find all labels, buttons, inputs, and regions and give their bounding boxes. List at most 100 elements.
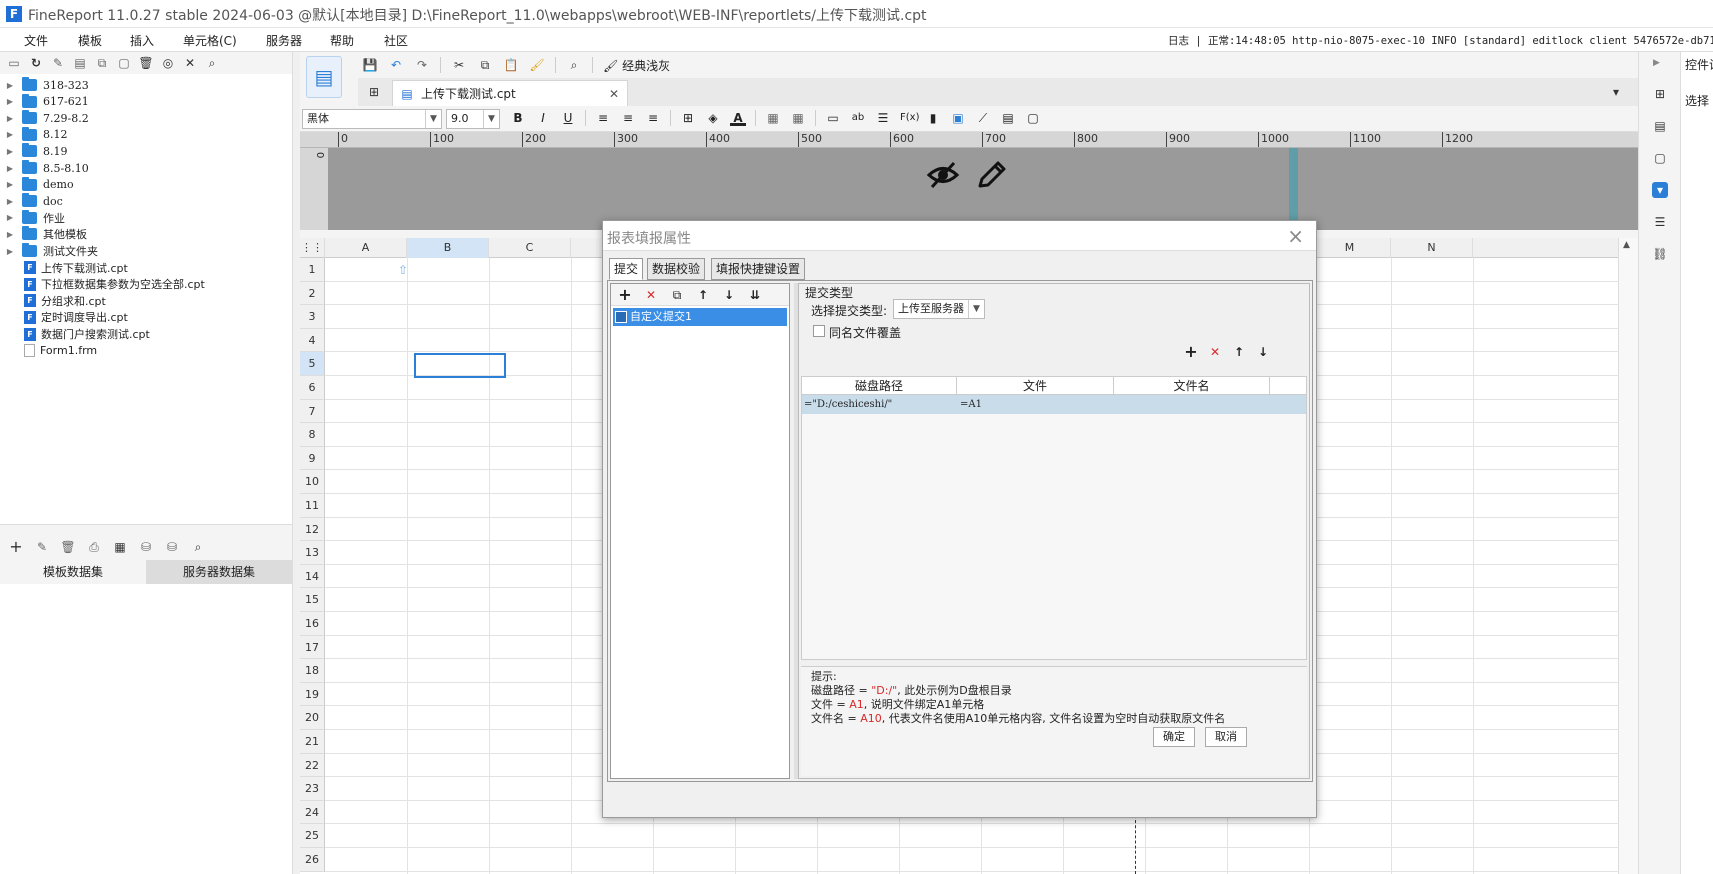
expand-arrow-icon[interactable]: ▶ bbox=[4, 180, 16, 189]
cell-element-icon[interactable]: ▢ bbox=[1652, 150, 1668, 166]
row-header[interactable]: 2 bbox=[300, 281, 325, 306]
expand-arrow-icon[interactable]: ▶ bbox=[4, 247, 16, 256]
scroll-up-icon[interactable]: ▲ bbox=[1623, 240, 1630, 250]
column-header[interactable]: N bbox=[1391, 238, 1473, 258]
template-designer-icon[interactable]: ▤ bbox=[306, 56, 342, 98]
edit-icon[interactable]: ✎ bbox=[50, 55, 66, 71]
edit-pencil-icon[interactable] bbox=[974, 160, 1008, 190]
refresh-icon[interactable]: ↻ bbox=[28, 55, 44, 71]
expand-arrow-icon[interactable]: ▶ bbox=[4, 130, 16, 139]
overwrite-checkbox[interactable] bbox=[813, 325, 825, 337]
row-header[interactable]: 16 bbox=[300, 612, 325, 636]
row-header[interactable]: 10 bbox=[300, 470, 325, 494]
add-row-icon[interactable]: + bbox=[1183, 344, 1199, 360]
tab-shortcut-settings[interactable]: 填报快捷键设置 bbox=[711, 258, 806, 280]
row-header[interactable]: 20 bbox=[300, 706, 325, 730]
collapse-icon[interactable]: ✕ bbox=[182, 55, 198, 71]
row-header[interactable]: 14 bbox=[300, 564, 325, 589]
row-header[interactable]: 15 bbox=[300, 588, 325, 612]
tree-item[interactable]: Form1.frm bbox=[0, 342, 97, 360]
cancel-button[interactable]: 取消 bbox=[1205, 727, 1247, 747]
row-header[interactable]: 11 bbox=[300, 494, 325, 518]
rename-icon[interactable]: ▢ bbox=[116, 55, 132, 71]
font-color-icon[interactable]: A bbox=[730, 110, 746, 126]
cell-attr-icon[interactable]: ⊞ bbox=[1652, 86, 1668, 102]
database-refresh-icon[interactable]: ⛁ bbox=[164, 539, 180, 555]
save-icon[interactable]: 💾 bbox=[362, 57, 378, 73]
cut-icon[interactable]: ✂ bbox=[451, 57, 467, 73]
row-header[interactable]: 12 bbox=[300, 517, 325, 542]
log-status[interactable]: 日志 | 正常:14:48:05 http-nio-8075-exec-10 I… bbox=[1168, 33, 1713, 48]
tab-server-dataset[interactable]: 服务器数据集 bbox=[146, 560, 292, 584]
delete-icon[interactable]: 🗑 bbox=[138, 55, 154, 71]
bold-icon[interactable]: B bbox=[510, 110, 526, 126]
tree-item[interactable]: F 数据门户搜索测试.cpt bbox=[0, 325, 150, 343]
cell-file[interactable]: =A1 bbox=[960, 395, 982, 414]
row-header[interactable]: 1 bbox=[300, 258, 325, 282]
menu-community[interactable]: 社区 bbox=[384, 32, 408, 49]
fill-color-icon[interactable]: ◈ bbox=[705, 110, 721, 126]
edit-dataset-icon[interactable]: ✎ bbox=[34, 539, 50, 555]
more-icon[interactable]: ▢ bbox=[1025, 110, 1041, 126]
add-icon[interactable]: + bbox=[617, 286, 633, 303]
menu-cell[interactable]: 单元格(C) bbox=[183, 32, 237, 49]
column-header[interactable]: B bbox=[407, 238, 489, 258]
tree-item[interactable]: ▶ 318-323 bbox=[0, 76, 89, 94]
row-header[interactable]: 22 bbox=[300, 753, 325, 778]
tree-item[interactable]: ▶ 8.5-8.10 bbox=[0, 159, 89, 177]
tree-item[interactable]: F 定时调度导出.cpt bbox=[0, 308, 128, 326]
cell-filename[interactable] bbox=[1117, 395, 1267, 414]
tree-item[interactable]: ▶ 8.19 bbox=[0, 142, 68, 160]
expand-arrow-icon[interactable]: ▶ bbox=[4, 213, 16, 222]
undo-icon[interactable]: ↶ bbox=[388, 57, 404, 73]
expand-arrow-icon[interactable]: ▶ bbox=[4, 147, 16, 156]
rich-text-icon[interactable]: ☰ bbox=[875, 110, 891, 126]
image-icon[interactable]: ▣ bbox=[950, 110, 966, 126]
copy-icon[interactable]: ⧉ bbox=[669, 287, 685, 303]
locate-icon[interactable]: ◎ bbox=[160, 55, 176, 71]
delete-dataset-icon[interactable]: 🗑 bbox=[60, 539, 76, 555]
row-header[interactable]: 13 bbox=[300, 541, 325, 565]
font-family-select[interactable]: 黑体 ▼ bbox=[302, 109, 442, 129]
tree-item[interactable]: ▶ doc bbox=[0, 192, 63, 210]
tree-item[interactable]: F 分组求和.cpt bbox=[0, 292, 106, 310]
grid-view-icon[interactable]: ⊞ bbox=[366, 84, 382, 100]
expand-arrow-icon[interactable]: ▶ bbox=[4, 81, 16, 90]
preview-dataset-icon[interactable]: ⎙ bbox=[86, 539, 102, 555]
menu-file[interactable]: 文件 bbox=[24, 32, 48, 49]
doc-tab[interactable]: ▤ 上传下载测试.cpt ✕ bbox=[392, 80, 628, 106]
paste-icon[interactable]: 📋 bbox=[503, 57, 519, 73]
font-size-select[interactable]: 9.0 ▼ bbox=[446, 109, 500, 129]
redo-icon[interactable]: ↷ bbox=[414, 57, 430, 73]
condition-attr-icon[interactable]: ☰ bbox=[1652, 214, 1668, 230]
delete-row-icon[interactable]: ✕ bbox=[1207, 344, 1223, 360]
column-header[interactable]: M bbox=[1309, 238, 1391, 258]
expand-arrow-icon[interactable]: ▶ bbox=[4, 197, 16, 206]
tab-submit[interactable]: 提交 bbox=[609, 258, 644, 280]
menu-help[interactable]: 帮助 bbox=[330, 32, 354, 49]
insert-cell-icon[interactable]: ▭ bbox=[825, 110, 841, 126]
row-header[interactable]: 7 bbox=[300, 399, 325, 424]
tab-template-dataset[interactable]: 模板数据集 bbox=[0, 560, 146, 584]
border-icon[interactable]: ⊞ bbox=[680, 110, 696, 126]
dataset-search-icon[interactable]: ⌕ bbox=[190, 539, 206, 555]
tree-item[interactable]: ▶ 其他模板 bbox=[0, 225, 87, 243]
tree-item[interactable]: ▶ 7.29-8.2 bbox=[0, 109, 89, 127]
tree-item[interactable]: ▶ 作业 bbox=[0, 209, 65, 227]
tree-item[interactable]: ▶ 测试文件夹 bbox=[0, 242, 98, 260]
selected-cell-b5[interactable] bbox=[414, 353, 506, 378]
properties-icon[interactable]: ▤ bbox=[72, 55, 88, 71]
database-icon[interactable]: ⛁ bbox=[138, 539, 154, 555]
cell-disk-path[interactable]: ="D:/ceshiceshi/" bbox=[804, 395, 892, 414]
row-header[interactable]: 24 bbox=[300, 800, 325, 825]
tree-item[interactable]: F 上传下载测试.cpt bbox=[0, 259, 128, 277]
close-icon[interactable]: × bbox=[1287, 224, 1304, 248]
sort-icon[interactable]: ⇊ bbox=[747, 287, 763, 303]
parameter-panel-edge[interactable] bbox=[1289, 148, 1298, 230]
select-all-corner[interactable]: ⋮⋮ bbox=[300, 238, 325, 258]
format-painter-icon[interactable]: 🖌 bbox=[529, 57, 545, 73]
chart-icon[interactable]: ▮ bbox=[925, 110, 941, 126]
new-folder-icon[interactable]: ▭ bbox=[6, 55, 22, 71]
text-icon[interactable]: ab bbox=[850, 110, 866, 126]
column-header[interactable]: C bbox=[489, 238, 571, 258]
